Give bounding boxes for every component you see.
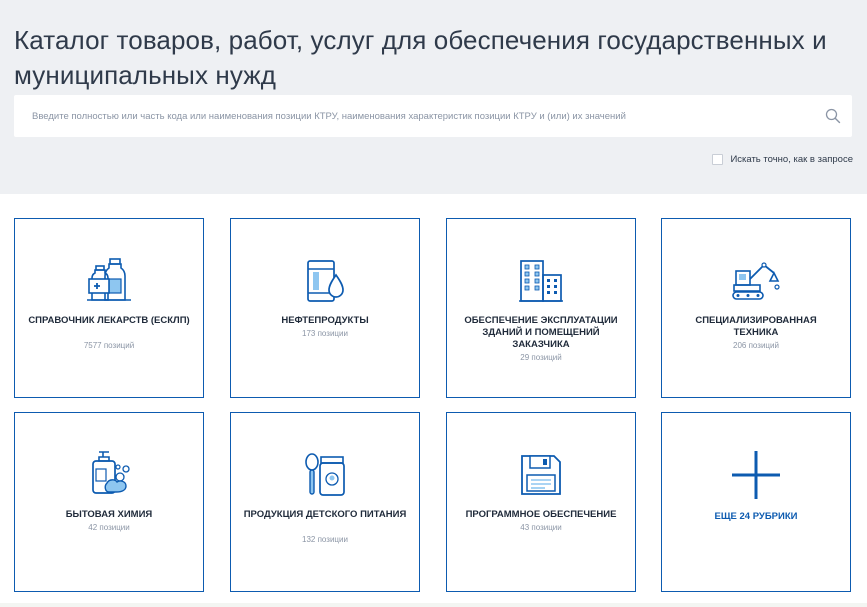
category-card-oil-products[interactable]: НЕФТЕПРОДУКТЫ 173 позиции [230, 218, 420, 398]
search-header: Каталог товаров, работ, услуг для обеспе… [0, 0, 867, 194]
search-input[interactable] [14, 95, 804, 137]
exact-match-label: Искать точно, как в запросе [730, 153, 853, 165]
search-box [14, 95, 852, 137]
category-count: 43 позиции [520, 523, 562, 532]
exact-match-checkbox[interactable] [712, 153, 724, 165]
category-title: СПЕЦИАЛИЗИРОВАННАЯ ТЕХНИКА [695, 315, 817, 338]
plus-icon [732, 451, 780, 499]
excavator-icon [732, 262, 780, 300]
baby-food-icon [305, 453, 345, 496]
buildings-icon [519, 260, 563, 302]
more-rubrics-label: ЕЩЕ 24 РУБРИКИ [714, 511, 798, 522]
category-count: 132 позиции [302, 535, 348, 544]
category-count: 7577 позиций [83, 341, 135, 350]
category-count: 206 позиций [733, 341, 779, 350]
category-card-household-chemicals[interactable]: БЫТОВАЯ ХИМИЯ 42 позиции [14, 412, 204, 592]
category-card-medicines[interactable]: СПРАВОЧНИК ЛЕКАРСТВ (ЕСКЛП) 7577 позиций [14, 218, 204, 398]
category-title: ОБЕСПЕЧЕНИЕ ЭКСПЛУАТАЦИИ ЗДАНИЙ И ПОМЕЩЕ… [464, 315, 618, 350]
category-count: 173 позиции [302, 329, 348, 338]
category-count: 42 позиции [88, 523, 130, 532]
medicine-icon [87, 258, 131, 301]
category-title: ПРОГРАММНОЕ ОБЕСПЕЧЕНИЕ [465, 509, 617, 520]
search-icon[interactable] [825, 108, 841, 124]
category-card-software[interactable]: ПРОГРАММНОЕ ОБЕСПЕЧЕНИЕ 43 позиции [446, 412, 636, 592]
category-title: БЫТОВАЯ ХИМИЯ [65, 509, 153, 520]
floppy-disk-icon [521, 455, 561, 495]
category-card-building-maintenance[interactable]: ОБЕСПЕЧЕНИЕ ЭКСПЛУАТАЦИИ ЗДАНИЙ И ПОМЕЩЕ… [446, 218, 636, 398]
more-rubrics-card[interactable]: ЕЩЕ 24 РУБРИКИ [661, 412, 851, 592]
oil-barrel-icon [307, 260, 344, 302]
exact-match-option[interactable]: Искать точно, как в запросе [712, 152, 853, 166]
detergent-icon [92, 451, 130, 494]
category-title: НЕФТЕПРОДУКТЫ [281, 315, 369, 326]
category-card-special-machinery[interactable]: СПЕЦИАЛИЗИРОВАННАЯ ТЕХНИКА 206 позиций [661, 218, 851, 398]
page-title: Каталог товаров, работ, услуг для обеспе… [14, 25, 827, 91]
category-count: 29 позиций [520, 353, 562, 362]
category-title: СПРАВОЧНИК ЛЕКАРСТВ (ЕСКЛП) [28, 315, 190, 326]
category-title: ПРОДУКЦИЯ ДЕТСКОГО ПИТАНИЯ [243, 509, 407, 520]
next-row-edge [0, 603, 867, 607]
category-card-baby-food[interactable]: ПРОДУКЦИЯ ДЕТСКОГО ПИТАНИЯ 132 позиции [230, 412, 420, 592]
